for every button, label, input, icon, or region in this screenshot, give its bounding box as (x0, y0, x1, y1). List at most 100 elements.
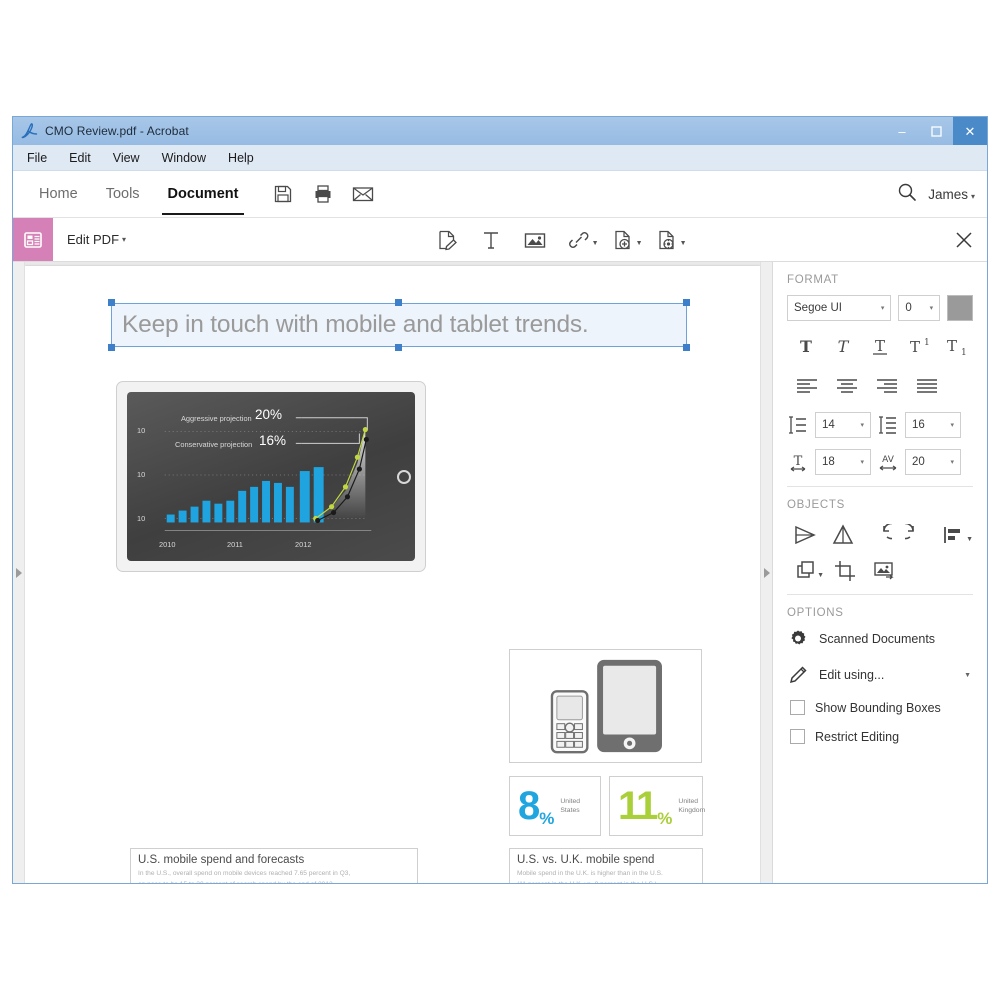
menu-item-help[interactable]: Help (228, 151, 254, 165)
toolbar-tabs: Home Tools Document (13, 171, 252, 217)
title-bar: CMO Review.pdf - Acrobat – ✕ (13, 117, 987, 145)
search-icon[interactable] (896, 181, 918, 208)
edit-pdf-panel-icon[interactable] (13, 218, 53, 261)
user-menu[interactable]: James▾ (928, 187, 975, 202)
flip-vertical-icon[interactable] (824, 520, 861, 550)
align-right-icon[interactable] (867, 372, 907, 400)
rotate-counterclockwise-icon[interactable] (861, 520, 898, 550)
caption-1-line-1: In the U.S., overall spend on mobile dev… (138, 869, 410, 880)
chevron-down-icon[interactable]: ▼ (964, 672, 971, 679)
replace-image-icon[interactable] (865, 556, 904, 586)
phone-and-tablet-illustration (510, 650, 701, 762)
menu-bar: File Edit View Window Help (13, 145, 987, 171)
email-icon[interactable] (350, 181, 376, 207)
close-edit-pdf-button[interactable] (955, 218, 973, 261)
align-objects-icon[interactable]: ▼ (936, 520, 973, 550)
option-restrict-editing[interactable]: Restrict Editing (787, 729, 973, 744)
caption-card-us-vs-uk[interactable]: U.S. vs. U.K. mobile spend Mobile spend … (509, 848, 703, 883)
save-icon[interactable] (270, 181, 296, 207)
chart-y-tick-3: 10 (137, 514, 145, 523)
font-family-select[interactable]: Segoe UI ▾ (787, 295, 891, 321)
text-color-swatch[interactable] (947, 295, 973, 321)
chevron-down-icon: ▾ (881, 304, 885, 312)
left-panel-expander[interactable] (13, 262, 25, 883)
document-viewer[interactable]: Keep in touch with mobile and tablet tre… (25, 262, 760, 883)
svg-text:T: T (910, 338, 920, 356)
main-toolbar: Home Tools Document (13, 171, 987, 218)
option-edit-using[interactable]: Edit using... ▼ (787, 664, 973, 686)
align-justify-icon[interactable] (907, 372, 947, 400)
tab-tools[interactable]: Tools (92, 171, 154, 217)
properties-panel: FORMAT Segoe UI ▾ 0 ▾ T T (772, 262, 987, 883)
format-section-title: FORMAT (787, 274, 973, 286)
right-panel-expander[interactable] (760, 262, 772, 883)
selected-text-object[interactable]: Keep in touch with mobile and tablet tre… (111, 303, 687, 347)
option-show-bounding-boxes[interactable]: Show Bounding Boxes (787, 700, 973, 715)
page-settings-icon[interactable]: ▼ (654, 227, 680, 253)
chevron-down-icon: ▾ (950, 421, 954, 429)
caption-card-mobile-spend[interactable]: U.S. mobile spend and forecasts In the U… (130, 848, 418, 883)
subscript-icon[interactable]: T1 (936, 332, 973, 360)
pencil-icon (787, 664, 809, 686)
user-name: James (928, 187, 968, 202)
resize-handle-top-right[interactable] (683, 299, 690, 306)
underline-icon[interactable]: T (861, 332, 898, 360)
resize-handle-top-middle[interactable] (395, 299, 402, 306)
resize-handle-bottom-middle[interactable] (395, 344, 402, 351)
resize-handle-bottom-right[interactable] (683, 344, 690, 351)
edit-pdf-tools: ▼ ▼ ▼ (434, 218, 680, 261)
print-icon[interactable] (310, 181, 336, 207)
chevron-down-icon: ▾ (122, 235, 126, 244)
minimize-button[interactable]: – (885, 117, 919, 145)
chevron-down-icon: ▾ (950, 458, 954, 466)
vertical-scale-icon: T (787, 450, 809, 474)
chart-x-tick-3: 2012 (295, 540, 311, 549)
align-center-icon[interactable] (827, 372, 867, 400)
rotate-clockwise-icon[interactable] (899, 520, 936, 550)
italic-icon[interactable]: T (824, 332, 861, 360)
menu-item-file[interactable]: File (27, 151, 47, 165)
edit-text-and-images-icon[interactable] (434, 227, 460, 253)
vertical-scale-select[interactable]: 18 ▾ (815, 449, 871, 475)
chevron-down-icon: ▾ (860, 458, 864, 466)
edit-pdf-label-group[interactable]: Edit PDF ▾ (53, 218, 126, 261)
resize-handle-bottom-left[interactable] (108, 344, 115, 351)
chart-x-tick-2: 2011 (227, 540, 243, 549)
caption-1-line-2: on pace to be 15 to 20 percent of search… (138, 880, 410, 883)
line-spacing-icon (877, 413, 899, 437)
line-spacing-select[interactable]: 16 ▾ (905, 412, 961, 438)
show-bounding-boxes-checkbox[interactable] (790, 700, 805, 715)
uk-stat-country: United Kingdom (678, 797, 705, 815)
devices-image-card[interactable] (509, 649, 702, 763)
caption-2-line-1: Mobile spend in the U.K. is higher than … (517, 869, 695, 880)
crop-icon[interactable] (826, 556, 865, 586)
restrict-editing-checkbox[interactable] (790, 729, 805, 744)
maximize-button[interactable] (919, 117, 953, 145)
resize-handle-top-left[interactable] (108, 299, 115, 306)
flip-horizontal-icon[interactable] (787, 520, 824, 550)
us-stat-card[interactable]: 8 % United States (509, 776, 601, 836)
add-text-icon[interactable] (478, 227, 504, 253)
menu-item-view[interactable]: View (113, 151, 140, 165)
uk-stat-card[interactable]: 11 % United Kingdom (609, 776, 703, 836)
headline-bounding-box[interactable]: Keep in touch with mobile and tablet tre… (111, 303, 687, 347)
link-icon[interactable]: ▼ (566, 227, 592, 253)
tablet-chart-image[interactable]: 10 10 10 2010 2011 2012 Aggressive proje… (116, 381, 426, 572)
divider-objects-options (787, 594, 973, 595)
align-left-icon[interactable] (787, 372, 827, 400)
option-scanned-documents[interactable]: Scanned Documents (787, 628, 973, 650)
menu-item-window[interactable]: Window (162, 151, 206, 165)
font-weight-select[interactable]: 0 ▾ (898, 295, 940, 321)
superscript-icon[interactable]: T1 (899, 332, 936, 360)
close-button[interactable]: ✕ (953, 117, 987, 145)
bold-icon[interactable]: T (787, 332, 824, 360)
menu-item-edit[interactable]: Edit (69, 151, 91, 165)
edit-pdf-label: Edit PDF (67, 232, 119, 247)
tab-home[interactable]: Home (25, 171, 92, 217)
character-spacing-select[interactable]: 20 ▾ (905, 449, 961, 475)
font-size-select[interactable]: 14 ▾ (815, 412, 871, 438)
add-image-icon[interactable] (522, 227, 548, 253)
add-page-icon[interactable]: ▼ (610, 227, 636, 253)
tab-document[interactable]: Document (154, 171, 253, 217)
arrange-objects-icon[interactable]: ▼ (787, 556, 826, 586)
